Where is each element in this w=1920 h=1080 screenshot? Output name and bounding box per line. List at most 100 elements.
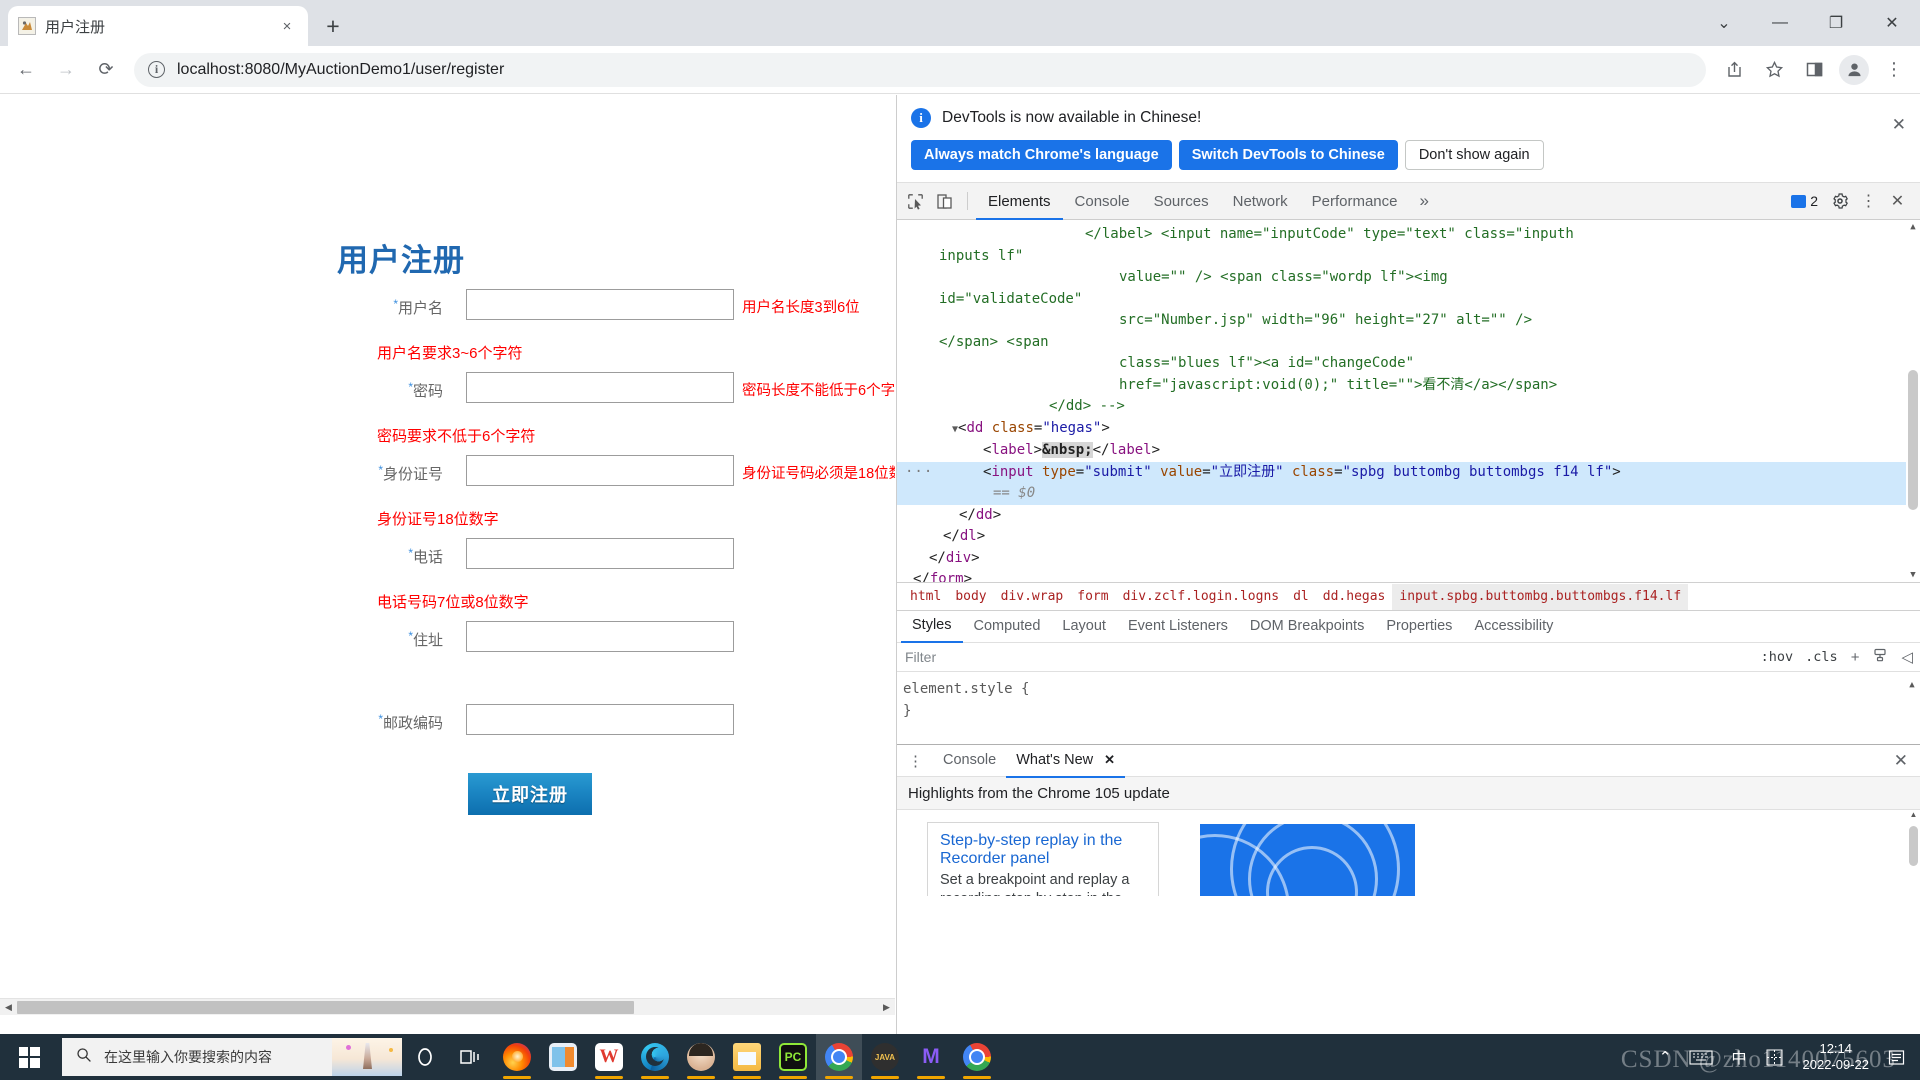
scrollbar-thumb[interactable] xyxy=(17,1000,634,1014)
hov-toggle[interactable]: :hov xyxy=(1755,649,1800,665)
styles-rule-pane[interactable]: element.style { } ▲ xyxy=(897,672,1920,744)
breadcrumb-input-selected[interactable]: input.spbg.buttombg.buttombgs.f14.lf xyxy=(1392,583,1689,610)
scroll-right-arrow[interactable]: ▶ xyxy=(878,1002,895,1013)
drawer-menu-icon[interactable]: ⋮ xyxy=(897,752,933,770)
inspect-element-icon[interactable] xyxy=(901,188,930,215)
dom-line-close-div[interactable]: </div> xyxy=(897,548,1920,570)
subtab-event-listeners[interactable]: Event Listeners xyxy=(1117,611,1239,642)
tab-close-icon[interactable]: × xyxy=(276,15,298,37)
address-bar[interactable]: i localhost:8080/MyAuctionDemo1/user/reg… xyxy=(134,52,1706,87)
taskbar-cortana-button[interactable] xyxy=(402,1034,448,1080)
switch-to-chinese-button[interactable]: Switch DevTools to Chinese xyxy=(1178,140,1398,170)
taskbar-firefox-button[interactable] xyxy=(494,1034,540,1080)
taskbar-edge-button[interactable] xyxy=(632,1034,678,1080)
input-postcode[interactable] xyxy=(466,704,734,735)
tab-elements[interactable]: Elements xyxy=(976,183,1063,220)
dom-line-label[interactable]: <label>&nbsp;</label> xyxy=(897,440,1920,462)
notification-icon[interactable] xyxy=(1879,1049,1914,1065)
minimize-icon[interactable]: — xyxy=(1752,0,1808,46)
new-style-rule-icon[interactable]: + xyxy=(1844,649,1867,666)
maximize-icon[interactable]: ❐ xyxy=(1808,0,1864,46)
bookmark-star-icon[interactable] xyxy=(1757,53,1791,87)
drawer-close-icon[interactable]: ✕ xyxy=(1894,751,1908,771)
computed-styles-icon[interactable] xyxy=(1866,648,1894,666)
always-match-language-button[interactable]: Always match Chrome's language xyxy=(911,140,1172,170)
toggle-sidebar-icon[interactable]: ◁ xyxy=(1894,648,1920,666)
side-panel-icon[interactable] xyxy=(1797,53,1831,87)
breadcrumb-div-wrap[interactable]: div.wrap xyxy=(994,584,1071,610)
reload-icon[interactable]: ⟳ xyxy=(89,53,123,87)
scrollbar-thumb[interactable] xyxy=(1909,826,1918,866)
taskbar-chrome-button[interactable] xyxy=(816,1034,862,1080)
taskbar-pycharm-button[interactable]: PC xyxy=(770,1034,816,1080)
taskbar-motrix-button[interactable]: M xyxy=(908,1034,954,1080)
scroll-up-arrow[interactable]: ▲ xyxy=(1907,810,1920,819)
breadcrumb-html[interactable]: html xyxy=(903,584,948,610)
drawer-tab-whats-new[interactable]: What's New ✕ xyxy=(1006,744,1126,778)
site-info-icon[interactable]: i xyxy=(148,61,165,78)
input-phone[interactable] xyxy=(466,538,734,569)
devtools-kebab-icon[interactable]: ⋮ xyxy=(1854,188,1883,215)
taskbar-chrome2-button[interactable] xyxy=(954,1034,1000,1080)
whats-new-card[interactable]: Step-by-step replay in the Recorder pane… xyxy=(927,822,1159,896)
dom-line-selected-ref[interactable]: == $0 xyxy=(897,483,1920,505)
scroll-left-arrow[interactable]: ◀ xyxy=(0,1002,17,1013)
dom-line-close-form[interactable]: </form> xyxy=(897,569,1920,582)
subtab-layout[interactable]: Layout xyxy=(1051,611,1117,642)
issues-badge[interactable]: 2 xyxy=(1784,189,1825,213)
scroll-up-arrow[interactable]: ▲ xyxy=(1906,674,1918,696)
new-tab-button[interactable]: + xyxy=(316,9,350,43)
dom-line[interactable]: class="blues lf"><a id="changeCode" xyxy=(897,353,1920,375)
chrome-menu-icon[interactable]: ⋮ xyxy=(1877,53,1911,87)
dom-line-dd-hegas[interactable]: ▼<dd class="hegas"> xyxy=(897,418,1920,441)
dom-line[interactable]: </dd> --> xyxy=(897,396,1920,418)
dom-line[interactable]: value="" /> <span class="wordp lf"><img xyxy=(897,267,1920,289)
taskbar-task-view-button[interactable] xyxy=(448,1034,494,1080)
subtab-styles[interactable]: Styles xyxy=(901,610,963,643)
whats-new-scrollbar[interactable]: ▲ xyxy=(1907,810,1920,896)
profile-avatar[interactable] xyxy=(1839,54,1869,85)
dom-line[interactable]: src="Number.jsp" width="96" height="27" … xyxy=(897,310,1920,332)
breadcrumb-dd-hegas[interactable]: dd.hegas xyxy=(1316,584,1393,610)
forward-icon[interactable]: → xyxy=(49,53,83,87)
input-username[interactable] xyxy=(466,289,734,320)
dom-tree-scrollbar[interactable]: ▲ ▼ xyxy=(1906,220,1920,582)
dom-line[interactable]: </label> <input name="inputCode" type="t… xyxy=(897,224,1920,246)
dom-line[interactable]: </span> <span xyxy=(897,332,1920,354)
scroll-down-arrow[interactable]: ▼ xyxy=(1906,568,1920,582)
subtab-accessibility[interactable]: Accessibility xyxy=(1463,611,1564,642)
dom-line[interactable]: href="javascript:void(0);" title="">看不清<… xyxy=(897,375,1920,397)
ime-mode-indicator[interactable]: 中 xyxy=(1722,1047,1755,1068)
scroll-up-arrow[interactable]: ▲ xyxy=(1906,220,1920,234)
elements-dom-tree[interactable]: </label> <input name="inputCode" type="t… xyxy=(897,220,1920,582)
styles-scrollbar[interactable]: ▲ xyxy=(1906,674,1918,740)
tab-network[interactable]: Network xyxy=(1221,183,1300,220)
ime-panel-icon[interactable] xyxy=(1756,1048,1793,1067)
device-toolbar-icon[interactable] xyxy=(930,188,959,215)
browser-tab[interactable]: 用户注册 × xyxy=(8,6,308,46)
more-tabs-icon[interactable]: » xyxy=(1410,191,1439,211)
dom-line-close-dl[interactable]: </dl> xyxy=(897,526,1920,548)
input-password[interactable] xyxy=(466,372,734,403)
styles-rule-selector[interactable]: element.style { xyxy=(903,678,1920,700)
whats-new-card-title[interactable]: Step-by-step replay in the Recorder pane… xyxy=(940,832,1146,868)
tray-clock[interactable]: 12:14 2022-09-22 xyxy=(1793,1041,1880,1073)
share-icon[interactable] xyxy=(1717,53,1751,87)
breadcrumb-dl[interactable]: dl xyxy=(1286,584,1316,610)
tab-console[interactable]: Console xyxy=(1063,183,1142,220)
minimize-dropdown-icon[interactable]: ⌄ xyxy=(1696,0,1752,46)
taskbar-qq-button[interactable] xyxy=(678,1034,724,1080)
styles-filter-input[interactable] xyxy=(897,643,1755,671)
back-icon[interactable]: ← xyxy=(9,53,43,87)
drawer-tab-console[interactable]: Console xyxy=(933,745,1006,776)
dom-line-selected-input[interactable]: ··· <input type="submit" value="立即注册" cla… xyxy=(897,461,1920,483)
start-button[interactable] xyxy=(0,1034,58,1080)
keyboard-icon[interactable] xyxy=(1680,1049,1722,1066)
taskbar-wps-button[interactable]: W xyxy=(586,1034,632,1080)
taskbar-file-explorer-button[interactable] xyxy=(724,1034,770,1080)
breadcrumb-form[interactable]: form xyxy=(1070,584,1115,610)
subtab-computed[interactable]: Computed xyxy=(963,611,1052,642)
cls-toggle[interactable]: .cls xyxy=(1799,649,1844,665)
taskbar-search-box[interactable]: 在这里输入你要搜索的内容 xyxy=(62,1038,402,1076)
close-window-icon[interactable]: ✕ xyxy=(1864,0,1920,46)
